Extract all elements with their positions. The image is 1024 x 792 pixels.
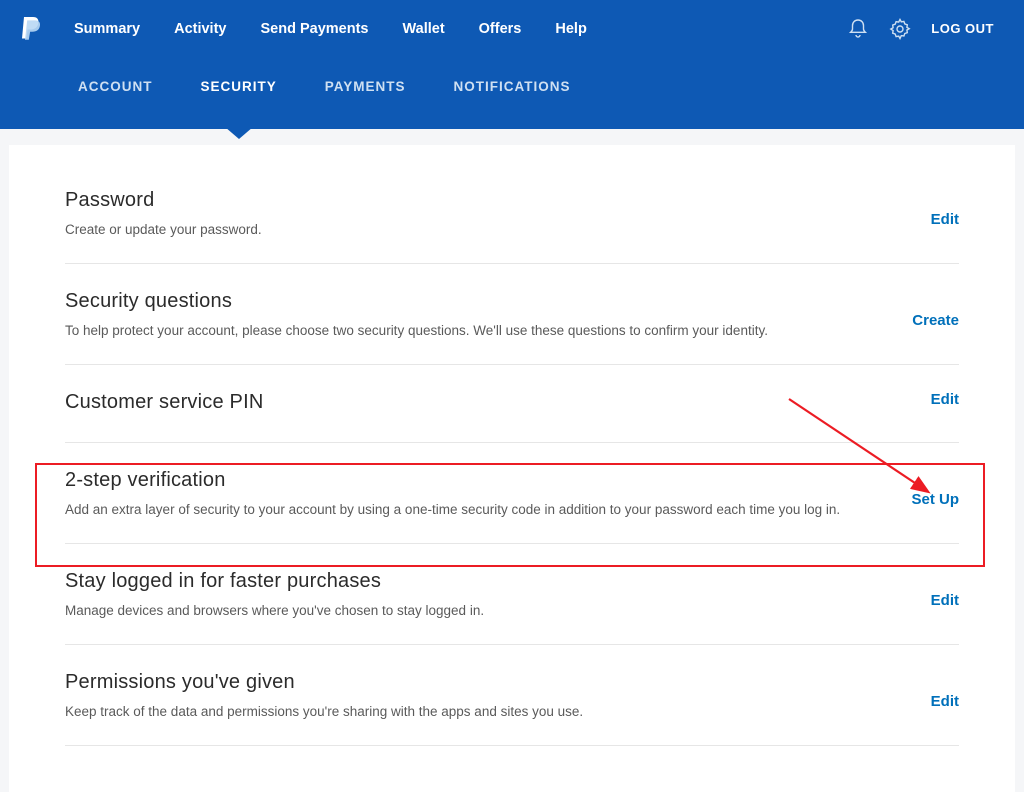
nav-wallet[interactable]: Wallet bbox=[402, 21, 444, 37]
nav-activity[interactable]: Activity bbox=[174, 21, 226, 37]
section-desc: Keep track of the data and permissions y… bbox=[65, 702, 871, 723]
settings-subnav: ACCOUNT SECURITY PAYMENTS NOTIFICATIONS bbox=[0, 57, 1024, 129]
section-title: Stay logged in for faster purchases bbox=[65, 570, 871, 593]
section-desc: Manage devices and browsers where you've… bbox=[65, 601, 871, 622]
section-2-step-verification: 2-step verification Add an extra layer o… bbox=[65, 469, 959, 544]
section-password: Password Create or update your password.… bbox=[65, 189, 959, 264]
paypal-logo[interactable] bbox=[20, 15, 44, 43]
top-bar: Summary Activity Send Payments Wallet Of… bbox=[0, 0, 1024, 57]
settings-icon[interactable] bbox=[889, 18, 911, 40]
nav-help[interactable]: Help bbox=[555, 21, 586, 37]
subnav-account[interactable]: ACCOUNT bbox=[78, 79, 153, 94]
security-panel: Password Create or update your password.… bbox=[9, 145, 1015, 792]
subnav-security[interactable]: SECURITY bbox=[201, 79, 277, 94]
section-permissions: Permissions you've given Keep track of t… bbox=[65, 671, 959, 746]
nav-send-payments[interactable]: Send Payments bbox=[260, 21, 368, 37]
subnav-payments[interactable]: PAYMENTS bbox=[325, 79, 406, 94]
create-security-questions-link[interactable]: Create bbox=[912, 312, 959, 329]
edit-stay-logged-in-link[interactable]: Edit bbox=[931, 592, 959, 609]
setup-2step-link[interactable]: Set Up bbox=[911, 491, 959, 508]
section-title: Password bbox=[65, 189, 871, 212]
edit-password-link[interactable]: Edit bbox=[931, 211, 959, 228]
section-title: Security questions bbox=[65, 290, 852, 313]
nav-offers[interactable]: Offers bbox=[479, 21, 522, 37]
logout-link[interactable]: LOG OUT bbox=[931, 21, 994, 36]
section-desc: Create or update your password. bbox=[65, 220, 871, 241]
section-security-questions: Security questions To help protect your … bbox=[65, 290, 959, 365]
section-customer-service-pin: Customer service PIN Edit bbox=[65, 391, 959, 443]
subnav-notifications[interactable]: NOTIFICATIONS bbox=[454, 79, 571, 94]
top-bar-right: LOG OUT bbox=[847, 18, 994, 40]
section-title: Permissions you've given bbox=[65, 671, 871, 694]
notifications-icon[interactable] bbox=[847, 18, 869, 40]
edit-permissions-link[interactable]: Edit bbox=[931, 693, 959, 710]
section-desc: To help protect your account, please cho… bbox=[65, 321, 852, 342]
section-stay-logged-in: Stay logged in for faster purchases Mana… bbox=[65, 570, 959, 645]
top-nav: Summary Activity Send Payments Wallet Of… bbox=[74, 21, 587, 37]
nav-summary[interactable]: Summary bbox=[74, 21, 140, 37]
section-title: Customer service PIN bbox=[65, 391, 871, 414]
edit-pin-link[interactable]: Edit bbox=[931, 391, 959, 408]
section-title: 2-step verification bbox=[65, 469, 851, 492]
section-desc: Add an extra layer of security to your a… bbox=[65, 500, 851, 521]
